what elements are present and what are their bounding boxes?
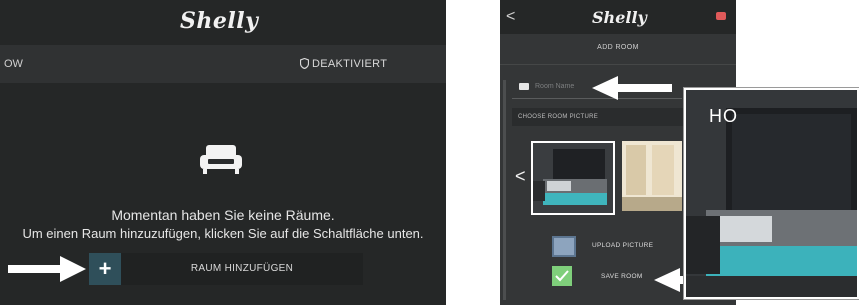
zoom-overlay-text: HO [709,106,738,126]
plus-icon[interactable]: + [89,253,121,285]
pointer-arrow-icon [592,76,672,100]
envelope-icon [519,83,529,90]
room-name-placeholder[interactable]: Room Name [535,83,574,90]
room-picture-option-bedroom[interactable] [531,141,615,215]
add-room-label[interactable]: RAUM HINZUFÜGEN [121,263,363,274]
divider [500,64,736,65]
shelly-logo: Shelly [180,8,259,34]
deactivated-status[interactable]: DEAKTIVIERT [312,58,387,70]
page-title: ADD ROOM [597,44,639,51]
back-chevron-icon[interactable]: < [506,8,515,26]
pointer-arrow-icon [8,256,86,282]
save-room-button[interactable]: SAVE ROOM [601,273,643,280]
shield-icon [300,58,309,69]
upload-picture-button[interactable]: UPLOAD PICTURE [592,242,653,249]
sofa-icon [200,145,242,174]
check-icon [555,270,569,282]
living-room-image [622,141,682,211]
empty-state-title: Momentan haben Sie keine Räume. [111,207,335,223]
room-picture-option-living[interactable] [622,141,682,211]
user-icon[interactable] [716,12,726,20]
scrollbar[interactable] [503,80,506,300]
save-check-icon[interactable] [552,266,572,286]
shelly-logo: Shelly [592,8,647,27]
room-picture-label: CHOOSE ROOM PICTURE [518,114,599,120]
image-upload-icon[interactable] [552,236,576,257]
bedroom-image [533,143,613,213]
chevron-left-icon[interactable]: < [515,166,526,187]
empty-state-hint: Um einen Raum hinzuzufügen, klicken Sie … [22,226,424,241]
status-left-label: OW [4,58,23,70]
